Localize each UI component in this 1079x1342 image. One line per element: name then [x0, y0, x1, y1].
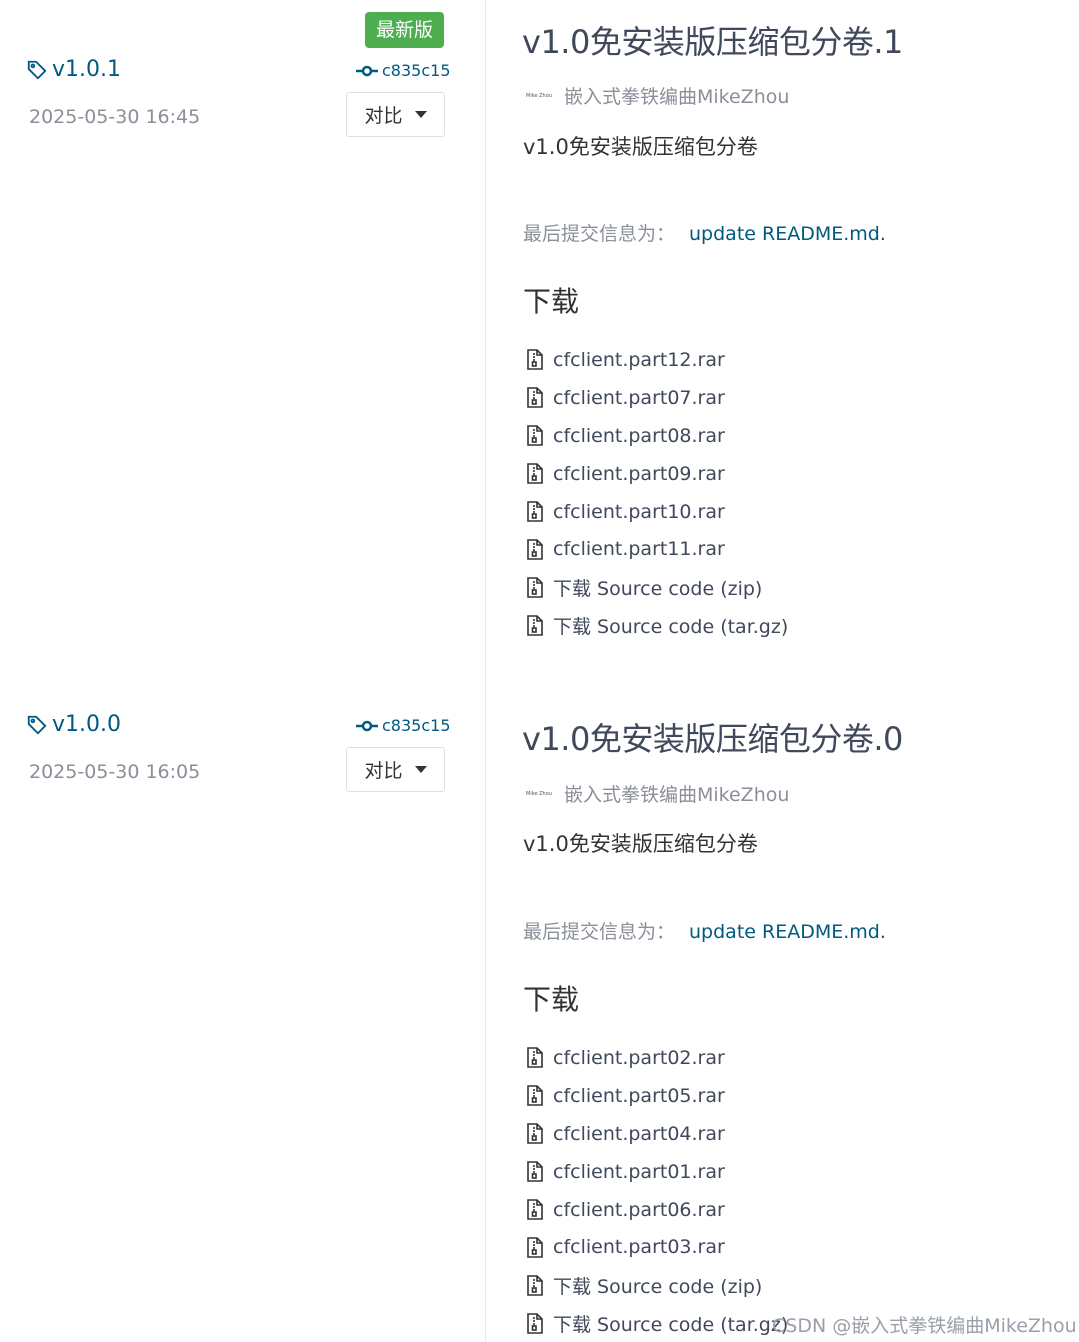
- compare-button-label: 对比: [364, 760, 403, 782]
- tag-icon: [27, 60, 47, 80]
- release-tag-link[interactable]: v1.0.0: [26, 712, 121, 737]
- file-zip-icon: [527, 539, 543, 560]
- file-zip-icon: [527, 1312, 543, 1334]
- last-commit-link[interactable]: update README.md.: [689, 223, 886, 245]
- release-title: v1.0免安装版压缩包分卷.0: [522, 720, 903, 758]
- download-item[interactable]: cfclient.part05.rar: [526, 1077, 788, 1115]
- download-item-label: 下载 Source code (tar.gz): [553, 1313, 789, 1336]
- commit-hash: c835c15: [382, 61, 451, 80]
- file-zip-icon: [527, 387, 543, 409]
- commit-link[interactable]: c835c15: [356, 716, 451, 735]
- download-item-label: cfclient.part02.rar: [553, 1046, 725, 1069]
- download-item[interactable]: cfclient.part03.rar: [526, 1228, 788, 1266]
- file-zip-icon: [527, 1085, 543, 1107]
- download-item-label: cfclient.part08.rar: [553, 424, 725, 447]
- caret-down-icon: [414, 766, 427, 773]
- download-item-label: cfclient.part10.rar: [553, 500, 725, 523]
- download-item[interactable]: cfclient.part06.rar: [526, 1191, 788, 1229]
- author-name: 嵌入式拳铁编曲MikeZhou: [564, 86, 790, 108]
- download-item[interactable]: cfclient.part07.rar: [526, 379, 788, 417]
- compare-button-label: 对比: [364, 105, 403, 127]
- download-item[interactable]: cfclient.part04.rar: [526, 1115, 788, 1153]
- commit-link[interactable]: c835c15: [356, 61, 451, 80]
- download-item[interactable]: cfclient.part01.rar: [526, 1153, 788, 1191]
- file-zip-icon: [527, 1047, 543, 1069]
- file-zip-icon: [527, 614, 543, 636]
- file-zip-icon: [527, 1161, 543, 1182]
- download-item-label: 下载 Source code (zip): [553, 577, 763, 600]
- last-commit-label: 最后提交信息为：: [523, 223, 676, 245]
- download-item[interactable]: cfclient.part02.rar: [526, 1039, 788, 1077]
- avatar: Mike Zhou: [526, 92, 552, 99]
- download-item[interactable]: cfclient.part08.rar: [526, 417, 788, 455]
- download-item-label: cfclient.part11.rar: [553, 538, 725, 561]
- compare-button[interactable]: 对比: [346, 92, 445, 137]
- file-zip-icon: [527, 425, 543, 447]
- download-item[interactable]: 下载 Source code (tar.gz): [526, 606, 788, 644]
- column-divider: [485, 0, 486, 1342]
- download-item-label: cfclient.part01.rar: [553, 1160, 725, 1183]
- download-item-label: cfclient.part03.rar: [553, 1236, 725, 1259]
- avatar: Mike Zhou: [526, 790, 552, 797]
- download-item-label: cfclient.part07.rar: [553, 386, 725, 409]
- file-zip-icon: [527, 1123, 543, 1145]
- download-item-label: cfclient.part04.rar: [553, 1122, 725, 1145]
- download-item[interactable]: cfclient.part09.rar: [526, 455, 788, 493]
- download-item[interactable]: 下载 Source code (tar.gz): [526, 1304, 788, 1342]
- download-item[interactable]: 下载 Source code (zip): [526, 568, 788, 606]
- watermark: CSDN @嵌入式拳铁编曲MikeZhou: [772, 1315, 1077, 1337]
- file-zip-icon: [527, 576, 543, 598]
- file-zip-icon: [527, 501, 543, 522]
- last-commit-link[interactable]: update README.md.: [689, 921, 886, 943]
- release-tag-link[interactable]: v1.0.1: [26, 57, 121, 82]
- author-name: 嵌入式拳铁编曲MikeZhou: [564, 784, 790, 806]
- download-item-label: cfclient.part05.rar: [553, 1084, 725, 1107]
- file-zip-icon: [527, 1199, 543, 1220]
- download-list: cfclient.part12.rar cfclient.part07.rar …: [526, 341, 788, 644]
- commit-icon: [356, 65, 378, 76]
- compare-button[interactable]: 对比: [346, 747, 445, 792]
- download-item[interactable]: 下载 Source code (zip): [526, 1266, 788, 1304]
- release-date: 2025-05-30 16:05: [29, 761, 201, 783]
- release-tag-label: v1.0.0: [52, 712, 121, 737]
- file-zip-icon: [527, 1237, 543, 1258]
- release-title: v1.0免安装版压缩包分卷.1: [522, 23, 903, 61]
- download-item[interactable]: cfclient.part10.rar: [526, 493, 788, 531]
- file-zip-icon: [527, 349, 543, 371]
- download-item-label: 下载 Source code (tar.gz): [553, 615, 789, 638]
- download-item-label: 下载 Source code (zip): [553, 1275, 763, 1298]
- commit-icon: [356, 720, 378, 731]
- last-commit-message: 最后提交信息为： update README.md.: [523, 917, 886, 944]
- download-item-label: cfclient.part12.rar: [553, 348, 725, 371]
- tag-icon: [27, 715, 47, 735]
- last-commit-label: 最后提交信息为：: [523, 921, 676, 943]
- release-description: v1.0免安装版压缩包分卷: [523, 135, 758, 159]
- latest-badge: 最新版: [365, 12, 444, 48]
- file-zip-icon: [527, 463, 543, 484]
- release-description: v1.0免安装版压缩包分卷: [523, 832, 758, 856]
- releases-page: 最新版 v1.0.1 2025-05-30 16:45 c835c15 对比 v…: [0, 0, 1079, 1342]
- download-item[interactable]: cfclient.part12.rar: [526, 341, 788, 379]
- release-date: 2025-05-30 16:45: [29, 106, 201, 128]
- release-author[interactable]: Mike Zhou 嵌入式拳铁编曲MikeZhou: [526, 780, 789, 807]
- download-item-label: cfclient.part09.rar: [553, 462, 725, 485]
- download-item[interactable]: cfclient.part11.rar: [526, 530, 788, 568]
- download-heading: 下载: [523, 285, 580, 318]
- last-commit-message: 最后提交信息为： update README.md.: [523, 219, 886, 246]
- file-zip-icon: [527, 1274, 543, 1296]
- release-tag-label: v1.0.1: [52, 57, 121, 82]
- caret-down-icon: [414, 111, 427, 118]
- download-heading: 下载: [523, 983, 580, 1016]
- commit-hash: c835c15: [382, 716, 451, 735]
- download-list: cfclient.part02.rar cfclient.part05.rar …: [526, 1039, 788, 1342]
- download-item-label: cfclient.part06.rar: [553, 1198, 725, 1221]
- release-author[interactable]: Mike Zhou 嵌入式拳铁编曲MikeZhou: [526, 82, 789, 109]
